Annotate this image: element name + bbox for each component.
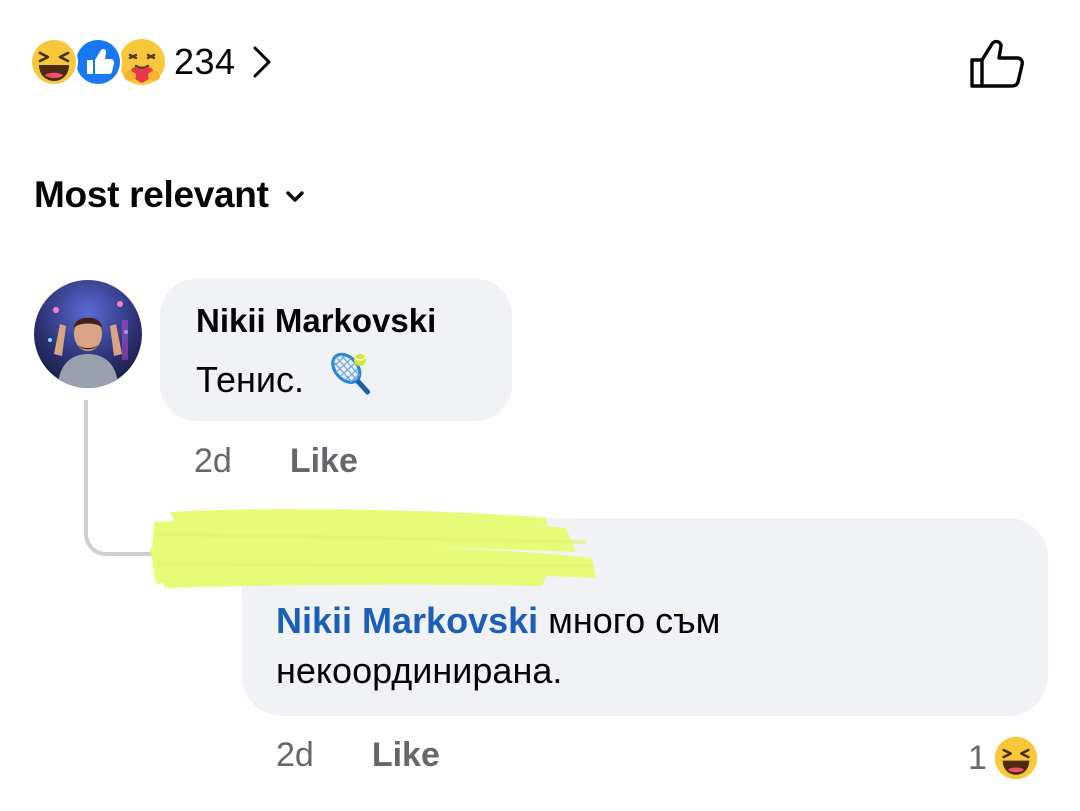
chevron-down-icon bbox=[285, 191, 304, 202]
comment-text: Тенис. bbox=[196, 359, 304, 400]
reply-reaction-number: 1 bbox=[968, 738, 987, 777]
redaction-scribble bbox=[150, 509, 596, 588]
comment-meta: 2d Like bbox=[194, 442, 358, 481]
like-thumb-outline-icon[interactable] bbox=[966, 34, 1028, 92]
chevron-right-icon bbox=[253, 46, 271, 78]
tennis-racket-icon bbox=[331, 352, 370, 395]
reply-reaction-count[interactable]: 1 bbox=[968, 735, 1039, 781]
reply-like-button[interactable]: Like bbox=[372, 736, 440, 774]
sort-label: Most relevant bbox=[34, 174, 269, 215]
reaction-icons bbox=[28, 36, 168, 88]
reaction-summary[interactable]: 234 bbox=[28, 36, 274, 88]
comment-text-row: Тенис. bbox=[196, 352, 370, 404]
comment-time[interactable]: 2d bbox=[194, 442, 232, 480]
comment-like-button[interactable]: Like bbox=[290, 442, 358, 480]
avatar[interactable] bbox=[34, 280, 142, 388]
reply-mention[interactable]: Nikii Markovski bbox=[276, 600, 538, 641]
reaction-count: 234 bbox=[174, 41, 236, 82]
laughing-emoji-icon bbox=[994, 736, 1038, 780]
comment-author[interactable]: Nikii Markovski bbox=[196, 302, 436, 340]
laughing-emoji-icon bbox=[30, 38, 78, 86]
reply-meta: 2d Like bbox=[276, 736, 440, 775]
reply-time[interactable]: 2d bbox=[276, 736, 314, 774]
sort-dropdown[interactable]: Most relevant bbox=[34, 174, 305, 216]
reply-text-block: Nikii Markovski много съм некоординирана… bbox=[276, 596, 1016, 696]
reply-thread-line bbox=[84, 400, 154, 556]
